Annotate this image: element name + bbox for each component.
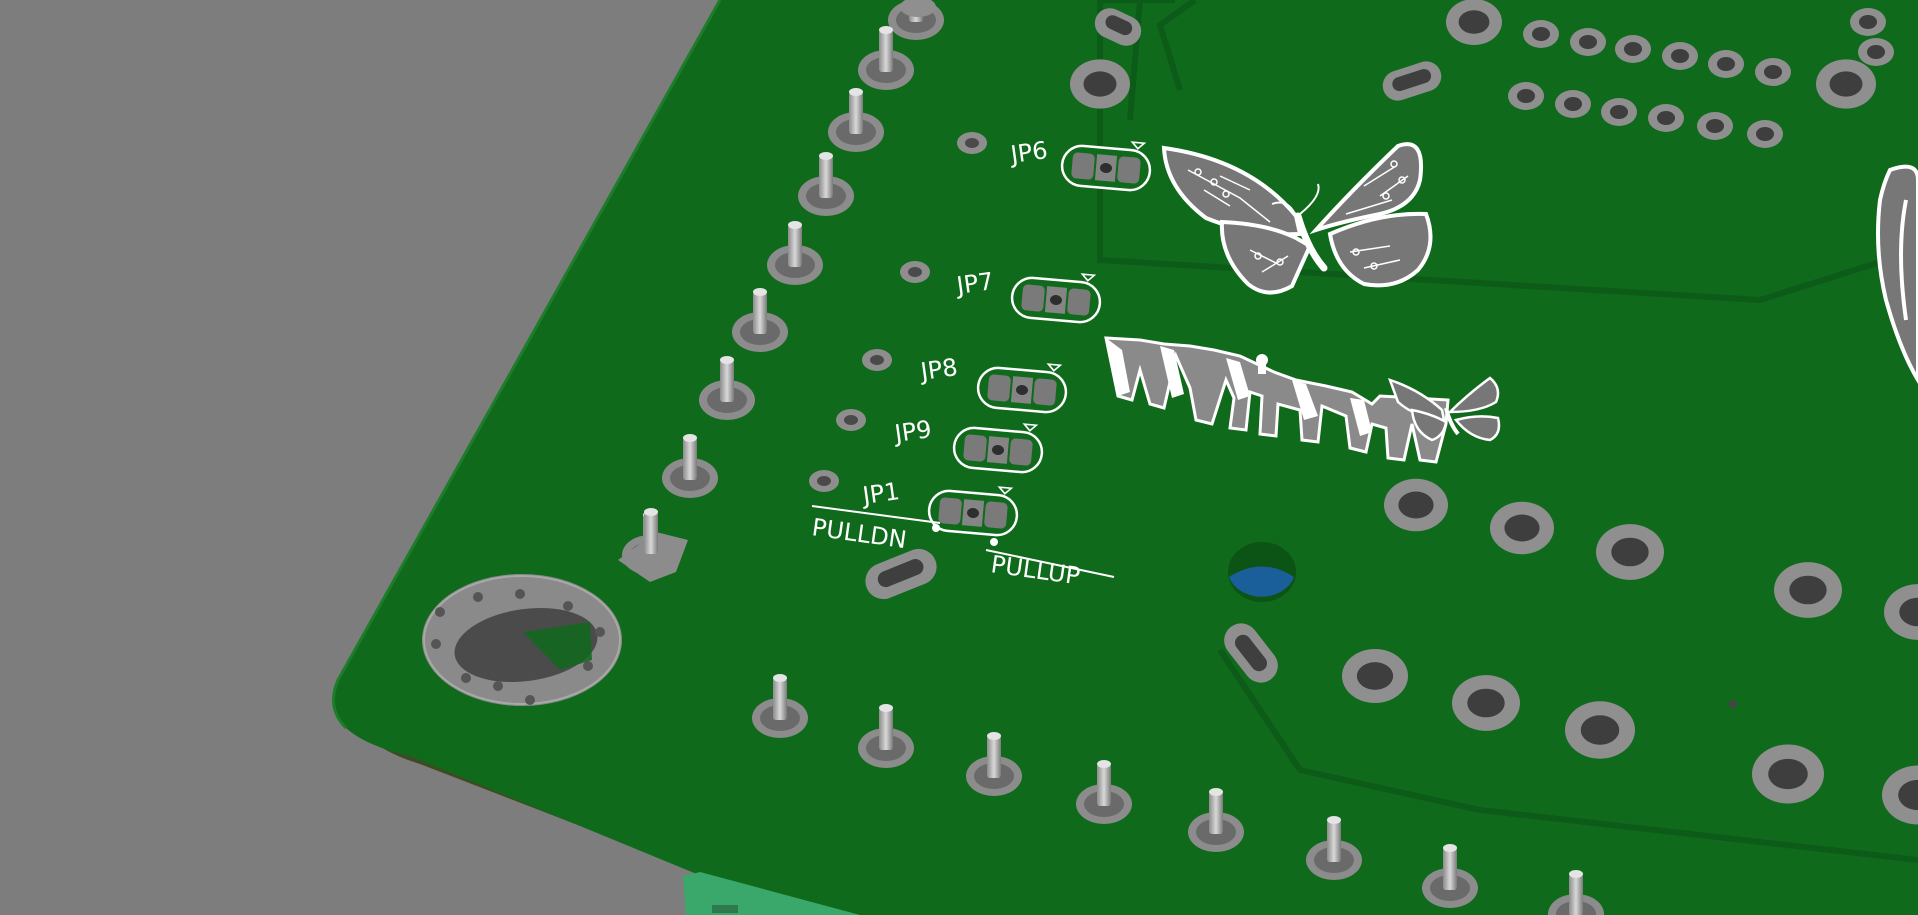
connector-pad	[1523, 20, 1559, 48]
connector-pad	[1858, 38, 1894, 66]
jp1-label: JP1	[859, 477, 901, 510]
via	[809, 470, 839, 492]
mounting-hole-icon	[1384, 478, 1448, 532]
connector-pad	[1615, 35, 1651, 63]
mounting-hole-icon	[1596, 524, 1664, 580]
via	[836, 409, 866, 431]
mounting-hole-icon	[1752, 744, 1824, 804]
via	[862, 349, 892, 371]
blue-via-marker	[1228, 542, 1296, 602]
connector-pad	[1662, 42, 1698, 70]
connector-pad	[1697, 112, 1733, 140]
mounting-hole-icon	[1070, 59, 1130, 109]
mounting-hole-icon	[1565, 701, 1635, 759]
connector-pad	[1508, 82, 1544, 110]
mounting-hole-icon	[1342, 648, 1408, 704]
mounting-hole-icon	[1446, 0, 1502, 45]
connector-pad	[1648, 104, 1684, 132]
mounting-hole-icon	[1816, 59, 1876, 109]
via	[900, 261, 930, 283]
connector-pad	[1570, 28, 1606, 56]
connector-pad	[1747, 120, 1783, 148]
mounting-hole-icon	[422, 574, 622, 706]
jp7-label: JP7	[953, 267, 995, 300]
jp6-label: JP6	[1007, 136, 1049, 169]
mounting-hole-icon	[1774, 562, 1842, 618]
connector-pad	[1555, 90, 1591, 118]
connector-pad	[1708, 50, 1744, 78]
connector-pad	[1755, 58, 1791, 86]
jp8-label: JP8	[917, 353, 959, 386]
mounting-hole-icon	[1490, 501, 1554, 555]
pullup-dot	[990, 538, 998, 546]
via	[957, 132, 987, 154]
jp9-label: JP9	[891, 415, 933, 448]
via	[1729, 700, 1737, 708]
connector-pad	[1601, 98, 1637, 126]
pulldn-dot	[932, 524, 940, 532]
connector-pad	[1850, 8, 1886, 36]
mounting-hole-icon	[1452, 675, 1520, 731]
pcb-3d-view: JP6 JP7 JP8 JP9 JP1 PULLDN PULLUP	[332, 0, 1918, 915]
board-solder-mask	[333, 0, 1918, 915]
